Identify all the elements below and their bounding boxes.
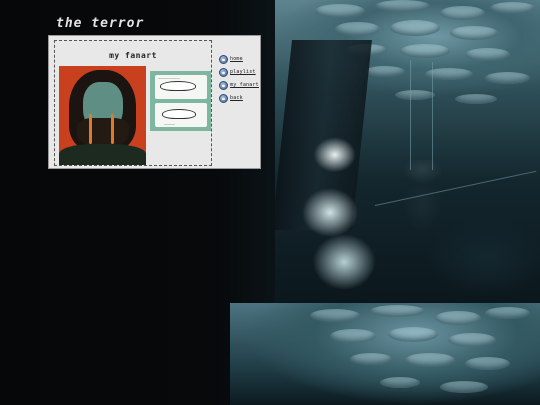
nav-item-my-fanart[interactable]: my fanart [219, 80, 261, 90]
nav-link-playlist[interactable]: playlist [230, 69, 256, 75]
site-nav: home playlist my fanart back [219, 54, 261, 106]
panel-heading: my fanart [109, 51, 157, 60]
nav-item-playlist[interactable]: playlist [219, 67, 261, 77]
globe-icon [219, 67, 228, 77]
background-photo-under-ice-repeat [230, 303, 540, 405]
background-ice-chunk [292, 130, 387, 295]
globe-icon [219, 80, 228, 90]
nav-link-back[interactable]: back [230, 95, 243, 101]
content-panel: my fanart ~~~~~~~~~~~~ ~~~~~~ home playl… [48, 35, 261, 169]
nav-link-home[interactable]: home [230, 56, 243, 62]
portrait-fanart-image[interactable] [59, 66, 146, 165]
fanart-frame: my fanart ~~~~~~~~~~~~ ~~~~~~ [54, 40, 212, 166]
site-title: the terror [56, 16, 145, 31]
nav-link-my-fanart[interactable]: my fanart [230, 82, 259, 88]
comic-fanart-image[interactable]: ~~~~~~~~~~~~ ~~~~~~ [150, 71, 211, 131]
nav-item-home[interactable]: home [219, 54, 261, 64]
globe-icon [219, 93, 228, 103]
globe-icon [219, 54, 228, 64]
nav-item-back[interactable]: back [219, 93, 261, 103]
